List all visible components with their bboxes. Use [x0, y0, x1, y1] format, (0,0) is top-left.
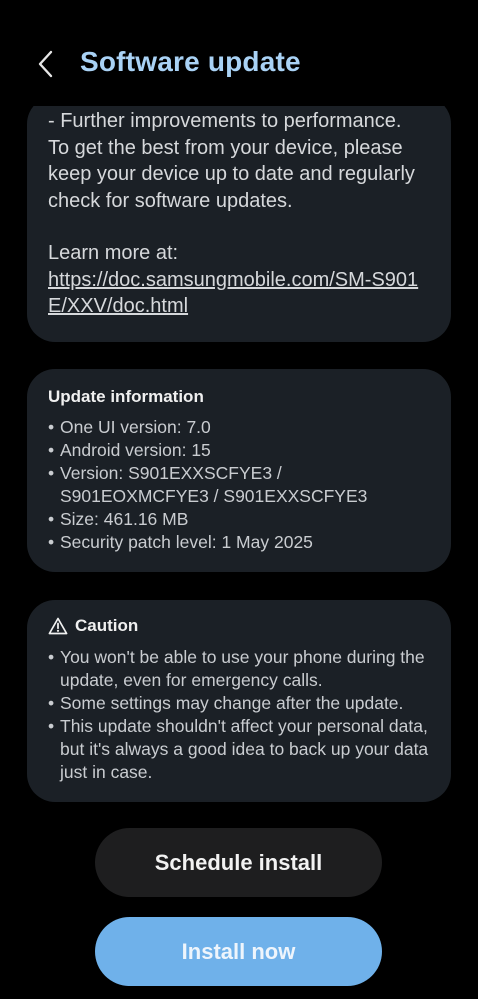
update-information-heading: Update information	[48, 387, 204, 406]
warning-triangle-icon	[48, 617, 68, 635]
caution-list: You won't be able to use your phone duri…	[48, 646, 431, 784]
info-one-ui-version: One UI version: 7.0	[48, 416, 431, 439]
caution-heading: Caution	[75, 616, 139, 635]
caution-heading-row: Caution	[48, 616, 431, 636]
caution-card: Caution You won't be able to use your ph…	[27, 600, 451, 802]
release-notes-text: - Further improvements to performance. T…	[48, 110, 415, 212]
install-now-button[interactable]: Install now	[95, 917, 382, 986]
chevron-left-icon	[36, 49, 56, 84]
info-build-version: Version: S901EXXSCFYE3 / S901EOXMCFYE3 /…	[48, 462, 431, 508]
caution-item: You won't be able to use your phone duri…	[48, 646, 431, 692]
update-information-card: Update information One UI version: 7.0 A…	[27, 369, 451, 572]
release-notes-card: - Further improvements to performance. T…	[27, 106, 451, 342]
info-size: Size: 461.16 MB	[48, 508, 431, 531]
schedule-install-button[interactable]: Schedule install	[95, 828, 382, 897]
caution-item: Some settings may change after the updat…	[48, 692, 431, 715]
app-header: Software update	[0, 36, 478, 96]
back-button[interactable]	[30, 50, 62, 82]
learn-more-label: Learn more at:	[48, 242, 179, 264]
page-title: Software update	[80, 46, 301, 77]
info-android-version: Android version: 15	[48, 439, 431, 462]
info-security-patch: Security patch level: 1 May 2025	[48, 531, 431, 554]
update-information-list: One UI version: 7.0 Android version: 15 …	[48, 416, 431, 554]
caution-item: This update shouldn't affect your person…	[48, 715, 431, 784]
documentation-link[interactable]: https://doc.samsungmobile.com/SM-S901E/X…	[48, 267, 431, 320]
